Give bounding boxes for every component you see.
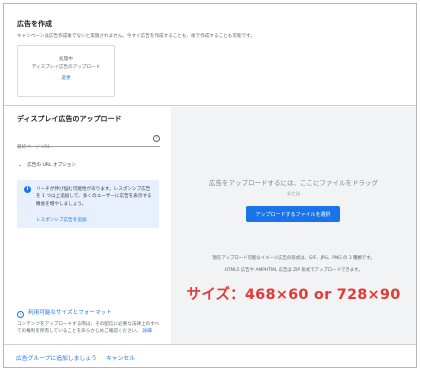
dropzone-title: 広告をアップロードするには、ここにファイルをドラッグ: [209, 179, 378, 187]
ad-card-status: 処理中: [59, 57, 73, 62]
rights-notice-text: コンテンツをアップロードする際は、その配信に必要な法律上のすべての権利を所有して…: [17, 322, 160, 334]
info-circle-icon: i: [17, 311, 24, 318]
create-ad-title: 広告を作成: [17, 20, 52, 28]
cancel-button[interactable]: キャンセル: [106, 353, 135, 362]
learn-more-link[interactable]: 詳細: [142, 329, 151, 334]
dropzone-or: または: [286, 192, 301, 197]
footer-bar: 広告グループに追加しましょう キャンセル: [4, 344, 416, 367]
upload-settings-panel: ディスプレイ広告のアップロード ? ⌄ 広告の URL オプション i リーチが伸…: [4, 107, 171, 344]
html5-formats-text: HTML5 広告や AMPHTML 広告は ZIP 形式でアップロードできます。: [224, 268, 363, 273]
upload-panel-title: ディスプレイ広告のアップロード: [17, 115, 122, 123]
file-dropzone[interactable]: 広告をアップロードするには、ここにファイルをドラッグ または アップロードするフ…: [171, 107, 416, 344]
available-sizes-label: 利用可能なサイズとフォーマット: [28, 310, 112, 316]
ad-card-edit-link[interactable]: 変更: [18, 75, 114, 81]
help-icon[interactable]: ?: [153, 135, 160, 142]
select-file-button[interactable]: アップロードするファイルを選択: [246, 206, 340, 222]
ad-type-card[interactable]: 処理中 ディスプレイ広告のアップロード 変更: [17, 45, 115, 97]
responsive-ad-notice: i リーチが伸び悩む可能性があります。レスポンシブ広告を 1 つ以上追加して、多…: [17, 180, 159, 228]
rights-notice: コンテンツをアップロードする際は、その配信に必要な法律上のすべての権利を所有して…: [17, 321, 163, 335]
url-options-label: 広告の URL オプション: [27, 163, 76, 168]
final-url-input[interactable]: [17, 141, 142, 154]
upload-ads-window: 広告を作成 キャンペーンは広告作成後でないと実施されません。今すぐ広告を作成する…: [3, 3, 417, 368]
chevron-down-icon: ⌄: [18, 162, 23, 168]
supported-formats-text: 現在アップロード可能なイメージ広告の形式は、GIF、JPG、PNG の 3 種類…: [212, 256, 375, 261]
url-options-toggle[interactable]: ⌄ 広告の URL オプション: [18, 162, 76, 168]
info-icon: i: [24, 186, 31, 193]
final-url-field: ?: [17, 133, 160, 154]
available-sizes-link[interactable]: i 利用可能なサイズとフォーマット: [17, 308, 112, 318]
ad-card-type: ディスプレイ広告のアップロード: [31, 65, 101, 70]
notice-text: リーチが伸び悩む可能性があります。レスポンシブ広告を 1 つ以上追加して、多くの…: [36, 187, 152, 207]
create-ad-section: 広告を作成 キャンペーンは広告作成後でないと実施されません。今すぐ広告を作成する…: [4, 4, 416, 106]
create-ad-description: キャンペーンは広告作成後でないと実施されません。今すぐ広告を作成することも、後で…: [17, 34, 255, 39]
size-annotation: サイズ：468×60 or 728×90: [186, 287, 401, 303]
add-responsive-ad-link[interactable]: レスポンシブ広告を追加: [36, 217, 87, 223]
add-to-ad-group-button[interactable]: 広告グループに追加しましょう: [16, 353, 97, 362]
